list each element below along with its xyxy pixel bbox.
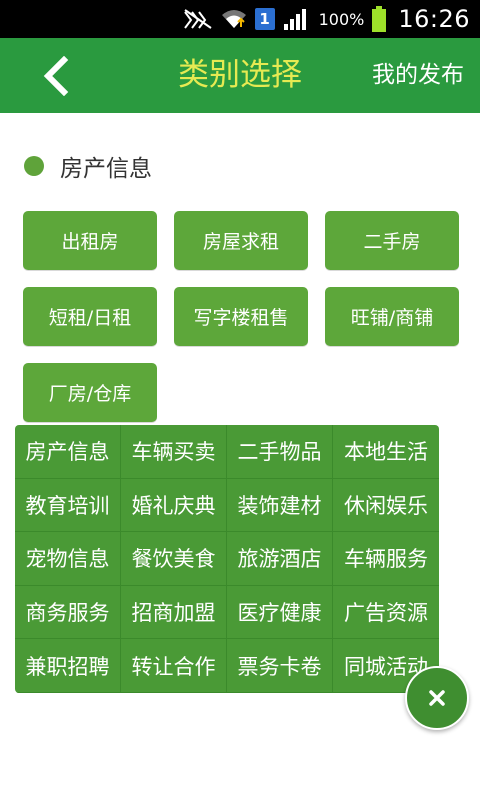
category-menu-item[interactable]: 广告资源 — [333, 586, 439, 640]
category-menu: 房产信息 车辆买卖 二手物品 本地生活 教育培训 婚礼庆典 装饰建材 休闲娱乐 … — [15, 425, 439, 693]
category-menu-item[interactable]: 招商加盟 — [121, 585, 227, 640]
category-menu-item[interactable]: 本地生活 — [333, 425, 439, 479]
category-menu-item[interactable]: 房产信息 — [15, 425, 121, 479]
category-menu-item[interactable]: 装饰建材 — [227, 478, 333, 533]
subcategory-button[interactable]: 出租房 — [23, 211, 157, 270]
category-menu-item[interactable]: 票务卡卷 — [227, 639, 333, 693]
category-menu-item[interactable]: 商务服务 — [15, 585, 121, 640]
status-bar: 1 100% 16:26 — [0, 0, 480, 38]
close-icon — [429, 690, 445, 706]
wifi-icon — [221, 8, 247, 30]
category-menu-item[interactable]: 转让合作 — [121, 639, 227, 693]
battery-icon — [372, 6, 387, 32]
battery-percent: 100% — [318, 9, 365, 29]
subcategory-button[interactable]: 房屋求租 — [174, 211, 308, 270]
category-menu-item[interactable]: 婚礼庆典 — [121, 478, 227, 533]
category-menu-item[interactable]: 车辆买卖 — [121, 425, 227, 479]
subcategory-button[interactable]: 短租/日租 — [23, 287, 157, 346]
category-menu-item[interactable]: 二手物品 — [227, 425, 333, 479]
category-menu-item[interactable]: 宠物信息 — [15, 532, 121, 586]
signal-icon — [283, 7, 311, 31]
app-header: 类别选择 我的发布 — [0, 38, 480, 113]
status-icons: 1 100% 16:26 — [183, 0, 470, 38]
section-title: 房产信息 — [60, 156, 152, 182]
section-heading: 房产信息 — [24, 148, 152, 184]
category-menu-item[interactable]: 兼职招聘 — [15, 639, 121, 693]
subcategory-button[interactable]: 旺铺/商铺 — [325, 287, 459, 346]
category-menu-item[interactable]: 教育培训 — [15, 478, 121, 533]
category-menu-item[interactable]: 车辆服务 — [333, 532, 439, 586]
category-menu-item[interactable]: 休闲娱乐 — [333, 479, 439, 533]
sim-icon: 1 — [254, 8, 275, 30]
category-menu-item[interactable]: 医疗健康 — [227, 585, 333, 640]
bullet-dot-icon — [24, 156, 44, 176]
mute-icon — [183, 8, 213, 30]
close-menu-button[interactable] — [405, 666, 469, 730]
status-clock: 16:26 — [398, 5, 470, 33]
my-publish-button[interactable]: 我的发布 — [372, 38, 464, 113]
subcategory-button[interactable]: 写字楼租售 — [174, 287, 308, 346]
subcategory-button[interactable]: 二手房 — [325, 211, 459, 270]
category-menu-item[interactable]: 旅游酒店 — [227, 532, 333, 586]
subcategory-button[interactable]: 厂房/仓库 — [23, 363, 157, 422]
category-menu-item[interactable]: 餐饮美食 — [121, 532, 227, 586]
